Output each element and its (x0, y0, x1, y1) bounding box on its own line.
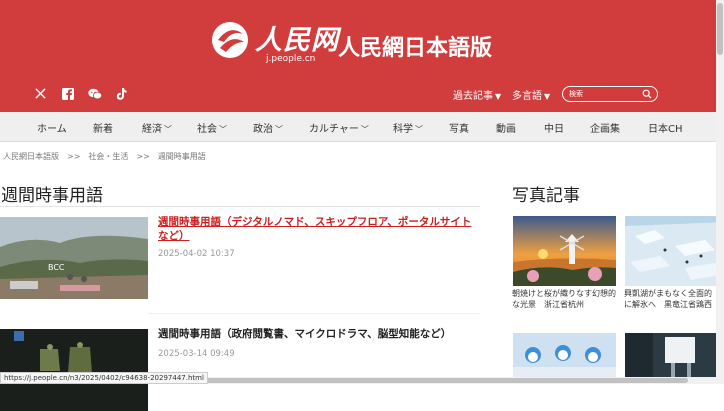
nav-home[interactable]: ホーム (37, 120, 67, 135)
nav-label: 新着 (93, 124, 113, 135)
languages-label: 多言語 (512, 91, 542, 102)
nav-science[interactable]: 科学 ﹀ (393, 120, 423, 135)
nav-society[interactable]: 社会 ﹀ (197, 120, 227, 135)
breadcrumb: 人民網日本語版 >> 社会・生活 >> 週間時事用語 (3, 151, 206, 162)
x-twitter-icon[interactable] (33, 86, 48, 101)
wechat-icon[interactable] (87, 86, 102, 101)
nav-label: 社会 (197, 124, 217, 135)
article-item: BCC 週間時事用語（デジタルノマド、スキップフロア、ポータルサイトなど） 20… (0, 215, 480, 307)
search-box (562, 86, 658, 102)
article-date: 2025-03-14 09:49 (158, 349, 235, 359)
nav-label: 経済 (142, 124, 162, 135)
nav-label: 動画 (496, 124, 516, 135)
past-articles-label: 過去記事 (453, 91, 493, 102)
scrollbar-thumb[interactable] (717, 3, 723, 55)
chevron-down-icon: ﹀ (415, 125, 423, 134)
caret-down-icon: ▼ (495, 92, 502, 101)
photo-thumbnail[interactable] (625, 333, 724, 377)
nav-politics[interactable]: 政治 ﹀ (253, 120, 283, 135)
nav-label: 写真 (449, 124, 469, 135)
article-thumbnail[interactable]: BCC (0, 217, 148, 299)
photo-caption[interactable]: 朝焼けと桜が織りなす幻想的な光景 浙江省杭州 (512, 288, 616, 310)
article-date: 2025-04-02 10:37 (158, 249, 235, 259)
site-header: 人民网 j.people.cn 人民網日本語版 過去記事 ▼ 多言語 ▼ (0, 0, 716, 112)
search-icon[interactable] (642, 89, 652, 99)
article-title-link[interactable]: 週間時事用語（政府閲覧書、マイクロドラマ、脳型知能など） (158, 327, 480, 341)
nav-label: 日本CH (648, 124, 683, 135)
nav-video[interactable]: 動画 (496, 120, 516, 135)
caret-down-icon: ▼ (544, 92, 551, 101)
nav-label: 政治 (253, 124, 273, 135)
facebook-icon[interactable] (60, 86, 75, 101)
breadcrumb-current[interactable]: 週間時事用語 (158, 152, 206, 161)
logo-url-text: j.people.cn (266, 54, 316, 64)
photo-thumbnail[interactable] (513, 216, 616, 286)
languages-dropdown[interactable]: 多言語 ▼ (512, 87, 550, 102)
thumbnail-sign-text: BCC (48, 263, 65, 272)
search-input[interactable] (569, 88, 639, 100)
chevron-down-icon: ﹀ (360, 125, 369, 134)
chevron-down-icon: ﹀ (275, 125, 283, 134)
nav-label: 企画集 (590, 124, 620, 135)
nav-features[interactable]: 企画集 (590, 120, 620, 135)
nav-label: カルチャー (309, 124, 359, 135)
nav-japan-ch[interactable]: 日本CH (648, 120, 683, 135)
article-thumbnail[interactable] (0, 329, 148, 411)
past-articles-dropdown[interactable]: 過去記事 ▼ (453, 87, 501, 102)
photo-caption[interactable]: 興凱湖がまもなく全面的に解氷へ 黒竜江省鶏西 (624, 288, 716, 310)
status-bar-url: https://j.people.cn/n3/2025/0402/c94638-… (0, 372, 208, 384)
breadcrumb-home[interactable]: 人民網日本語版 (3, 152, 59, 161)
breadcrumb-category[interactable]: 社会・生活 (88, 152, 128, 161)
tiktok-icon[interactable] (114, 86, 129, 101)
logo-emblem-icon (212, 22, 248, 58)
site-title: 人民網日本語版 (338, 36, 493, 61)
nav-label: 中日 (544, 124, 564, 135)
article-title-link[interactable]: 週間時事用語（デジタルノマド、スキップフロア、ポータルサイトなど） (158, 215, 480, 243)
breadcrumb-separator: >> (67, 152, 81, 161)
photo-thumbnail[interactable] (513, 333, 616, 377)
title-divider (0, 206, 480, 207)
sidebar-title: 写真記事 (512, 186, 580, 206)
logo-chinese-text: 人民网 (255, 25, 339, 56)
photo-thumbnail[interactable] (625, 216, 724, 286)
nav-culture[interactable]: カルチャー ﹀ (309, 120, 369, 135)
chevron-down-icon: ﹀ (219, 125, 227, 134)
social-links (33, 86, 129, 101)
main-nav: ホーム 新着 経済 ﹀ 社会 ﹀ 政治 ﹀ カルチャー ﹀ 科学 ﹀ 写真 動画 中日 企… (0, 112, 716, 142)
breadcrumb-separator: >> (136, 152, 150, 161)
nav-label: 科学 (393, 124, 413, 135)
article-divider (148, 313, 480, 314)
nav-economy[interactable]: 経済 ﹀ (142, 120, 172, 135)
vertical-scrollbar[interactable] (716, 0, 724, 384)
chevron-down-icon: ﹀ (164, 125, 172, 134)
nav-photos[interactable]: 写真 (449, 120, 469, 135)
nav-china-japan[interactable]: 中日 (544, 120, 564, 135)
page-title: 週間時事用語 (1, 186, 103, 206)
nav-label: ホーム (37, 124, 67, 135)
nav-latest[interactable]: 新着 (93, 120, 113, 135)
